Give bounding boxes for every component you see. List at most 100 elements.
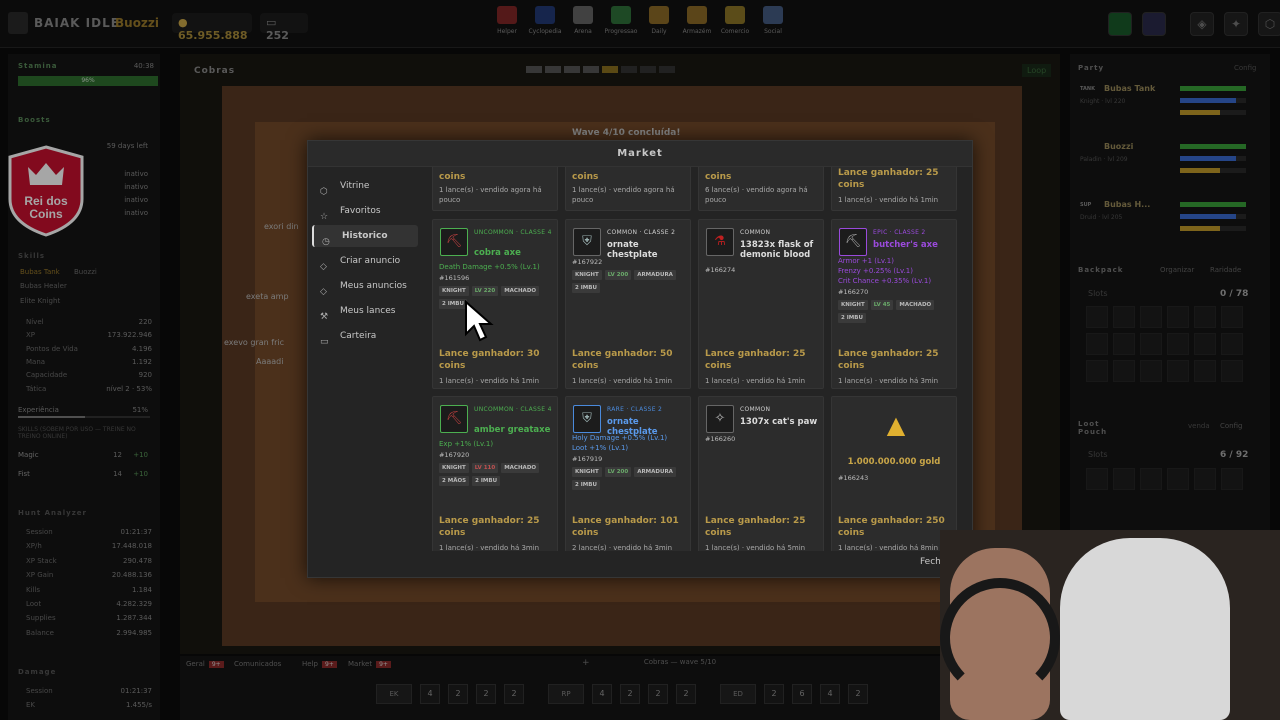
- item-tag: KNIGHT: [572, 270, 602, 280]
- history-card[interactable]: coins 6 lance(s) · vendido agora há pouco: [698, 167, 824, 211]
- item-name: 1.000.000.000 gold: [847, 457, 941, 467]
- market-title: Market: [308, 141, 972, 167]
- item-tag: MACHADO: [896, 300, 935, 310]
- market-menu-vitrine[interactable]: ⬡ Vitrine: [312, 175, 418, 197]
- item-attribute: Death Damage +0.5% (Lv.1): [439, 263, 540, 271]
- headset-icon: [940, 578, 1060, 698]
- sale-meta: 6 lance(s) · vendido agora há pouco: [705, 186, 808, 204]
- market-menu-label: Meus lances: [340, 306, 396, 316]
- item-name: cobra axe: [474, 248, 521, 258]
- item-id: #166260: [705, 435, 736, 443]
- item-tag: KNIGHT: [439, 463, 469, 473]
- axe-icon: ⛏: [440, 405, 468, 433]
- history-card[interactable]: Lance ganhador: 25 coins 1 lance(s) · ven…: [831, 167, 957, 211]
- item-tag: LV 110: [471, 463, 499, 473]
- sale-meta: 1 lance(s) · vendido agora há pouco: [439, 186, 542, 204]
- axe-icon: ⛏: [440, 228, 468, 256]
- item-rarity: COMMON · CLASSE 2: [607, 229, 676, 236]
- item-attribute: Armor +1 (Lv.1): [838, 257, 894, 265]
- history-card[interactable]: ⚗ COMMON 13823x flask of demonic blood #166…: [698, 219, 824, 389]
- item-tag: 2 MÃOS: [439, 476, 470, 486]
- winning-bid: Lance ganhador: 30 coins: [439, 349, 540, 371]
- item-id: #161596: [439, 274, 470, 282]
- sale-meta: 1 lance(s) · vendido há 3min: [439, 544, 540, 551]
- item-name: 1307x cat's paw: [740, 417, 818, 427]
- item-rarity: COMMON: [740, 229, 771, 236]
- item-tag: LV 200: [604, 270, 632, 280]
- item-name: butcher's axe: [873, 240, 938, 250]
- item-id: #167919: [572, 455, 603, 463]
- item-rarity: COMMON: [740, 406, 771, 413]
- history-card[interactable]: ⛏ UNCOMMON · CLASSE 4 cobra axe Death Damag…: [432, 219, 558, 389]
- history-card[interactable]: coins 1 lance(s) · vendido agora há pouco: [432, 167, 558, 211]
- market-menu-label: Historico: [342, 231, 388, 241]
- item-tag: MACHADO: [501, 286, 540, 296]
- item-tags: KNIGHT LV 200 ARMADURA 2 IMBU: [572, 467, 690, 490]
- item-details: Death Damage +0.5% (Lv.1) #161596 KNIGHT LV…: [439, 262, 557, 309]
- market-menu-criar-anuncio[interactable]: ◇ Criar anuncio: [312, 250, 418, 272]
- item-tag: 2 IMBU: [572, 283, 600, 293]
- sale-meta: 1 lance(s) · vendido há 3min: [838, 377, 939, 385]
- sale-meta: 1 lance(s) · vendido há 1min: [705, 377, 806, 385]
- market-menu-label: Carteira: [340, 331, 377, 341]
- winning-bid: Lance ganhador: 25 coins: [838, 349, 939, 371]
- item-id: #167920: [439, 451, 470, 459]
- wallet-icon: ▭: [320, 337, 329, 347]
- axe-icon: ⛏: [839, 228, 867, 256]
- item-attribute: Exp +1% (Lv.1): [439, 440, 494, 448]
- item-id: #166243: [838, 474, 869, 482]
- item-id: #166274: [705, 266, 736, 274]
- history-card[interactable]: ⛨ COMMON · CLASSE 2 ornate chestplate #1679…: [565, 219, 691, 389]
- item-attribute: Crit Chance +0.35% (Lv.1): [838, 277, 932, 285]
- item-details: #167922 KNIGHT LV 200 ARMADURA 2 IMBU: [572, 256, 690, 293]
- item-tags: KNIGHT LV 220 MACHADO 2 IMBU: [439, 286, 557, 309]
- item-name: amber greataxe: [474, 425, 551, 435]
- market-menu-favoritos[interactable]: ☆ Favoritos: [312, 200, 418, 222]
- paw-icon: ✧: [706, 405, 734, 433]
- history-card[interactable]: ✧ COMMON 1307x cat's paw #166260 Lance ganha…: [698, 396, 824, 551]
- item-tag: LV 45: [870, 300, 894, 310]
- item-tag: 2 IMBU: [572, 480, 600, 490]
- item-tag: KNIGHT: [572, 467, 602, 477]
- item-tag: KNIGHT: [838, 300, 868, 310]
- item-rarity: RARE · CLASSE 2: [607, 406, 663, 413]
- history-card[interactable]: ⛏ EPIC · CLASSE 2 butcher's axe Armor +1 (L…: [831, 219, 957, 389]
- market-menu-historico[interactable]: ◷ Historico: [312, 225, 418, 247]
- gold-icon: ▲: [886, 411, 906, 439]
- history-card[interactable]: coins 1 lance(s) · vendido agora há pouco: [565, 167, 691, 211]
- winning-bid: coins: [572, 172, 599, 182]
- sale-meta: 1 lance(s) · vendido agora há pouco: [572, 186, 675, 204]
- history-card[interactable]: ⛨ RARE · CLASSE 2 ornate chestplate Holy Da…: [565, 396, 691, 551]
- item-id: #166270: [838, 288, 869, 296]
- market-menu-label: Vitrine: [340, 181, 370, 191]
- item-attribute: Frenzy +0.25% (Lv.1): [838, 267, 913, 275]
- item-tag: LV 220: [471, 286, 499, 296]
- history-card[interactable]: ⛏ UNCOMMON · CLASSE 4 amber greataxe Exp +1…: [432, 396, 558, 551]
- item-tag: 2 IMBU: [472, 476, 501, 486]
- winning-bid: coins: [439, 172, 466, 182]
- armor-icon: ⛨: [573, 405, 601, 433]
- market-menu-meus-anuncios[interactable]: ◇ Meus anuncios: [312, 275, 418, 297]
- item-tags: KNIGHT LV 200 ARMADURA 2 IMBU: [572, 270, 690, 293]
- item-details: Exp +1% (Lv.1) #167920 KNIGHT LV 110 MACHADO…: [439, 439, 557, 486]
- item-details: Holy Damage +0.5% (Lv.1) Loot +1% (Lv.1) #…: [572, 433, 690, 490]
- armor-icon: ⛨: [573, 228, 601, 256]
- market-menu-label: Favoritos: [340, 206, 381, 216]
- item-tag: LV 200: [604, 467, 632, 477]
- item-tag: 2 IMBU: [439, 299, 467, 309]
- item-id: #167922: [572, 258, 603, 266]
- item-tag: 2 IMBU: [838, 313, 866, 323]
- item-rarity: UNCOMMON · CLASSE 4: [474, 406, 552, 413]
- item-details: #166274: [705, 264, 823, 278]
- winning-bid: Lance ganhador: 101 coins: [572, 516, 679, 538]
- webcam-chair: [1060, 538, 1230, 720]
- item-tags: KNIGHT LV 110 MACHADO 2 MÃOS 2 IMBU: [439, 463, 557, 486]
- history-card[interactable]: ▲ 1.000.000.000 gold #166243 Lance ganhador…: [831, 396, 957, 551]
- market-menu-carteira[interactable]: ▭ Carteira: [312, 325, 418, 347]
- winning-bid: Lance ganhador: 25 coins: [838, 168, 939, 190]
- sale-meta: 2 lance(s) · vendido há 3min: [572, 544, 673, 551]
- winning-bid: Lance ganhador: 50 coins: [572, 349, 673, 371]
- item-attribute: Holy Damage +0.5% (Lv.1): [572, 434, 668, 442]
- history-grid: coins 1 lance(s) · vendido agora há pouco…: [430, 167, 960, 551]
- market-menu-meus-lances[interactable]: ⚒ Meus lances: [312, 300, 418, 322]
